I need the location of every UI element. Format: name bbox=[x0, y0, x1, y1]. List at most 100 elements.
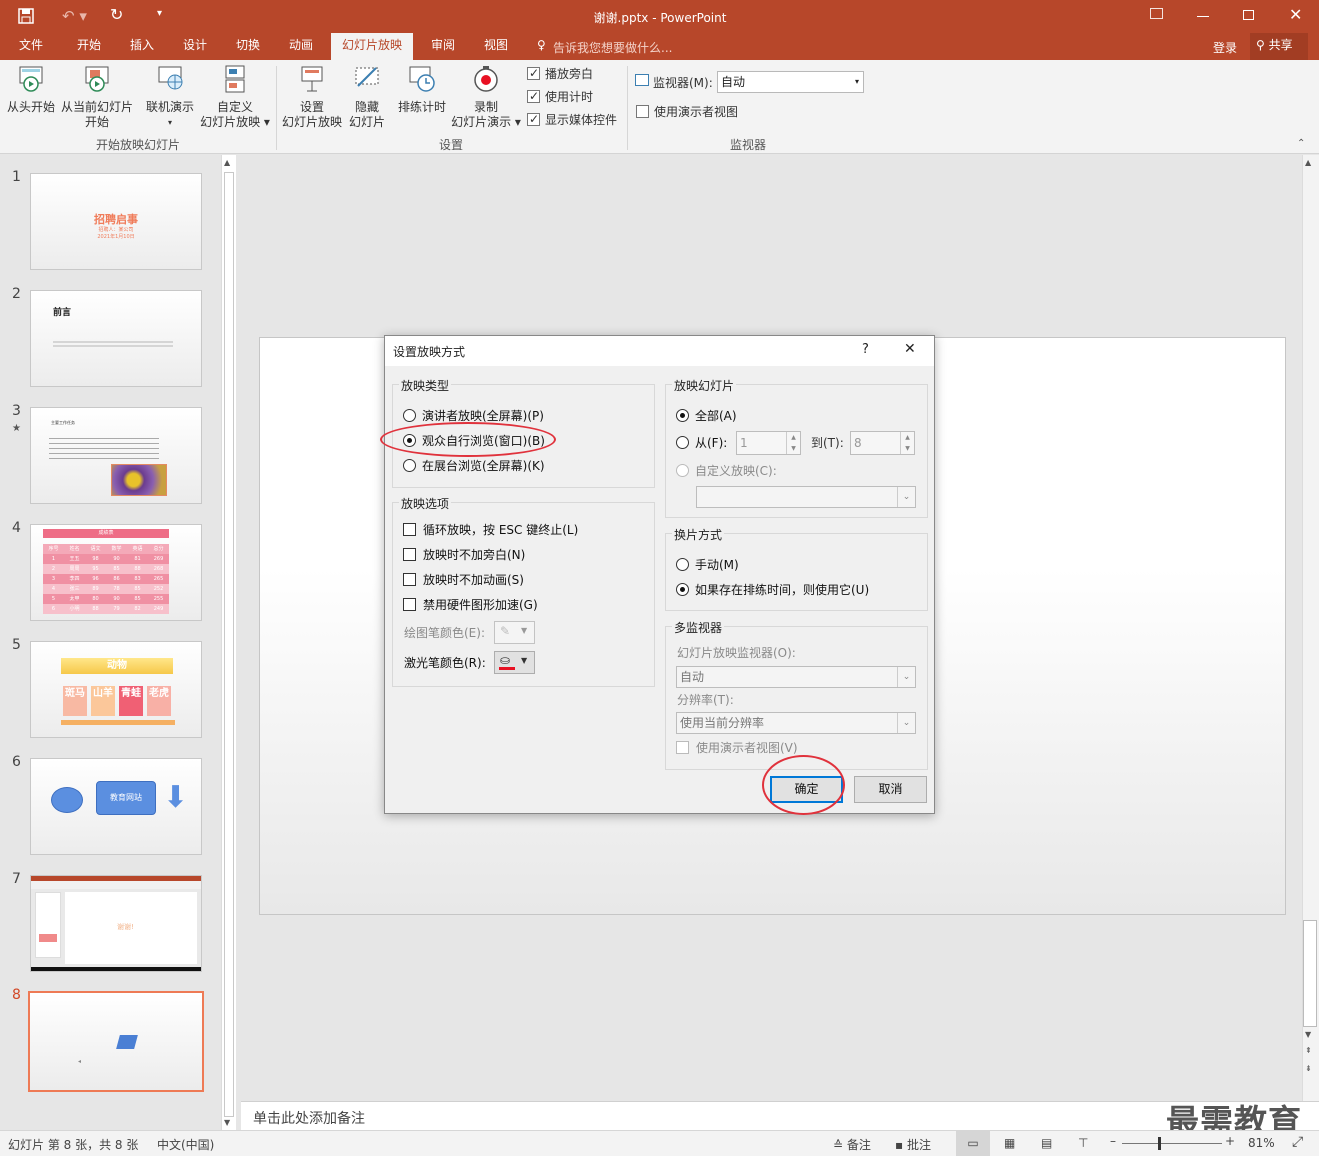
slide-sorter-icon[interactable]: ▦ bbox=[1004, 1136, 1015, 1150]
help-icon[interactable]: ? bbox=[862, 342, 869, 357]
thumbnails-scroll-thumb[interactable] bbox=[224, 172, 234, 1117]
canvas-scroll-up-icon[interactable]: ▲ bbox=[1305, 158, 1311, 167]
slide-thumbnail-2[interactable]: 前言 bbox=[30, 290, 202, 387]
hide-slide-label-1: 隐藏 bbox=[354, 100, 379, 114]
slide-thumbnail-8-selected[interactable]: ◂ bbox=[28, 991, 204, 1092]
hide-slide-button[interactable]: 隐藏 幻灯片 bbox=[345, 64, 389, 130]
reading-view-icon[interactable]: ▤ bbox=[1041, 1136, 1052, 1150]
tab-home[interactable]: 开始 bbox=[66, 33, 112, 60]
play-narrations-checkbox[interactable]: 播放旁白 bbox=[527, 65, 593, 82]
slideshow-monitor-label: 幻灯片放映监视器(O): bbox=[677, 646, 796, 660]
tab-slideshow[interactable]: 幻灯片放映 bbox=[331, 33, 413, 60]
prev-slide-icon[interactable]: ⇞ bbox=[1305, 1046, 1312, 1055]
minimize-icon[interactable] bbox=[1197, 16, 1209, 17]
custom-slideshow-button[interactable]: 自定义 幻灯片放映 ▾ bbox=[199, 64, 271, 130]
notes-toggle[interactable]: ≙ 备注 bbox=[833, 1136, 871, 1153]
present-online-button[interactable]: 联机演示 ▾ bbox=[143, 64, 197, 130]
dialog-close-icon[interactable]: ✕ bbox=[904, 341, 916, 357]
zoom-out-icon[interactable]: – bbox=[1110, 1134, 1116, 1148]
spinner-arrows-icon: ▲ ▼ bbox=[900, 432, 914, 454]
notes-pane[interactable]: 单击此处添加备注 bbox=[241, 1101, 1319, 1130]
share-button[interactable]: ⚲ 共享 bbox=[1250, 33, 1308, 60]
tab-transitions[interactable]: 切换 bbox=[225, 33, 271, 60]
maximize-icon[interactable] bbox=[1243, 10, 1254, 20]
setup-slideshow-icon bbox=[301, 66, 323, 92]
from-current-button[interactable]: 从当前幻灯片 开始 bbox=[59, 64, 135, 130]
record-slideshow-button[interactable]: 录制 幻灯片演示 ▾ bbox=[450, 64, 522, 130]
save-icon[interactable] bbox=[18, 8, 34, 24]
ribbon-display-icon[interactable] bbox=[1150, 8, 1163, 19]
tab-design[interactable]: 设计 bbox=[172, 33, 218, 60]
lightbulb-icon: ♀ bbox=[537, 38, 546, 52]
slide-thumbnail-6[interactable]: 教育网站 ⬇ bbox=[30, 758, 202, 855]
undo-icon[interactable]: ↶ ▾ bbox=[62, 7, 87, 25]
from-slide-radio[interactable]: 从(F): bbox=[676, 434, 727, 452]
notes-placeholder: 单击此处添加备注 bbox=[253, 1111, 365, 1127]
slide-thumbnail-7[interactable]: 谢谢! bbox=[30, 875, 202, 972]
collapse-ribbon-icon[interactable]: ⌃ bbox=[1297, 138, 1305, 149]
ribbon-presenter-view-checkbox[interactable]: 使用演示者视图 bbox=[636, 104, 738, 120]
loop-checkbox[interactable]: 循环放映，按 ESC 键终止(L) bbox=[403, 521, 578, 539]
kiosk-fullscreen-radio[interactable]: 在展台浏览(全屏幕)(K) bbox=[403, 457, 545, 475]
setup-slideshow-button[interactable]: 设置 幻灯片放映 bbox=[280, 64, 344, 130]
tab-animations[interactable]: 动画 bbox=[278, 33, 324, 60]
slide-thumbnail-3[interactable]: 主要工作任务 bbox=[30, 407, 202, 504]
canvas-scroll-thumb[interactable] bbox=[1303, 920, 1317, 1027]
slide4-cell: 269 bbox=[153, 556, 164, 562]
cancel-button[interactable]: 取消 bbox=[854, 776, 927, 803]
tab-review[interactable]: 审阅 bbox=[420, 33, 466, 60]
slide-thumbnail-1[interactable]: 招聘启事 招聘人：某公司 2021年1月10日 bbox=[30, 173, 202, 270]
slide4-cell: 252 bbox=[153, 586, 164, 592]
use-timings-checkbox[interactable]: 使用计时 bbox=[527, 88, 593, 105]
tell-me-input[interactable]: 告诉我您想要做什么... bbox=[553, 39, 672, 56]
all-slides-radio[interactable]: 全部(A) bbox=[676, 407, 737, 425]
redo-icon[interactable]: ↻ bbox=[110, 5, 123, 24]
laser-color-picker[interactable]: ⛀ ▼ bbox=[494, 651, 535, 674]
from-current-label-2: 开始 bbox=[84, 115, 109, 129]
show-media-controls-checkbox[interactable]: 显示媒体控件 bbox=[527, 111, 617, 128]
next-slide-icon[interactable]: ⇟ bbox=[1305, 1064, 1312, 1073]
no-animation-checkbox[interactable]: 放映时不加动画(S) bbox=[403, 571, 524, 589]
checkbox-unchecked bbox=[403, 548, 416, 561]
no-narration-checkbox[interactable]: 放映时不加旁白(N) bbox=[403, 546, 525, 564]
from-beginning-button[interactable]: 从头开始 bbox=[5, 64, 57, 115]
chevron-down-icon: ▼ bbox=[521, 626, 528, 635]
close-icon[interactable]: ✕ bbox=[1289, 5, 1302, 24]
slide4-cell: 太甲 bbox=[69, 596, 80, 602]
slideshow-view-icon[interactable]: ⊤ bbox=[1078, 1136, 1088, 1150]
slide4-cell: 6 bbox=[51, 606, 56, 612]
scroll-down-icon[interactable]: ▼ bbox=[224, 1118, 230, 1127]
monitor-select[interactable]: 自动 ▾ bbox=[717, 71, 864, 93]
slide4-cell: 255 bbox=[153, 596, 164, 602]
language-indicator[interactable]: 中文(中国) bbox=[157, 1136, 214, 1153]
canvas-scroll-down-icon[interactable]: ▼ bbox=[1305, 1030, 1311, 1039]
fit-to-window-icon[interactable]: ⤢ bbox=[1292, 1134, 1303, 1150]
advance-manually-radio[interactable]: 手动(M) bbox=[676, 556, 739, 574]
slide7-text: 谢谢! bbox=[117, 923, 134, 931]
slide4-cell: 265 bbox=[153, 576, 164, 582]
zoom-in-icon[interactable]: + bbox=[1225, 1134, 1235, 1148]
scroll-up-icon[interactable]: ▲ bbox=[224, 158, 230, 167]
no-animation-label: 放映时不加动画(S) bbox=[423, 573, 524, 587]
slide-thumbnail-5[interactable]: 动物 斑马 山羊 青蛙 老虎 bbox=[30, 641, 202, 738]
speaker-icon: ◂ bbox=[78, 1058, 82, 1065]
zoom-slider[interactable] bbox=[1122, 1143, 1222, 1144]
tab-view[interactable]: 视图 bbox=[473, 33, 519, 60]
to-slide-spinner: 8 ▲ ▼ bbox=[850, 431, 915, 455]
zoom-level[interactable]: 81% bbox=[1248, 1136, 1275, 1150]
comments-toggle[interactable]: ▪ 批注 bbox=[895, 1136, 931, 1153]
customize-qat-icon[interactable]: ▾ bbox=[157, 8, 162, 19]
hide-slide-icon bbox=[355, 67, 379, 87]
present-online-icon bbox=[158, 66, 183, 90]
slide-thumbnail-4[interactable]: 成绩表 序号 姓名 语文 数学 英语 总分 1 王五 98 90 81 269 2 周周 95 85 88 26… bbox=[30, 524, 202, 621]
tab-file[interactable]: 文件 bbox=[8, 33, 54, 60]
signin-link[interactable]: 登录 bbox=[1213, 39, 1237, 56]
notes-label: 备注 bbox=[846, 1138, 871, 1152]
tab-insert[interactable]: 插入 bbox=[119, 33, 165, 60]
zoom-slider-thumb[interactable] bbox=[1158, 1137, 1161, 1150]
rehearse-timings-button[interactable]: 排练计时 bbox=[396, 64, 448, 115]
disable-hw-accel-checkbox[interactable]: 禁用硬件图形加速(G) bbox=[403, 596, 538, 614]
use-timings-radio[interactable]: 如果存在排练时间，则使用它(U) bbox=[676, 581, 869, 599]
normal-view-icon[interactable]: ▭ bbox=[956, 1131, 990, 1156]
group-setup-label: 设置 bbox=[438, 138, 463, 152]
